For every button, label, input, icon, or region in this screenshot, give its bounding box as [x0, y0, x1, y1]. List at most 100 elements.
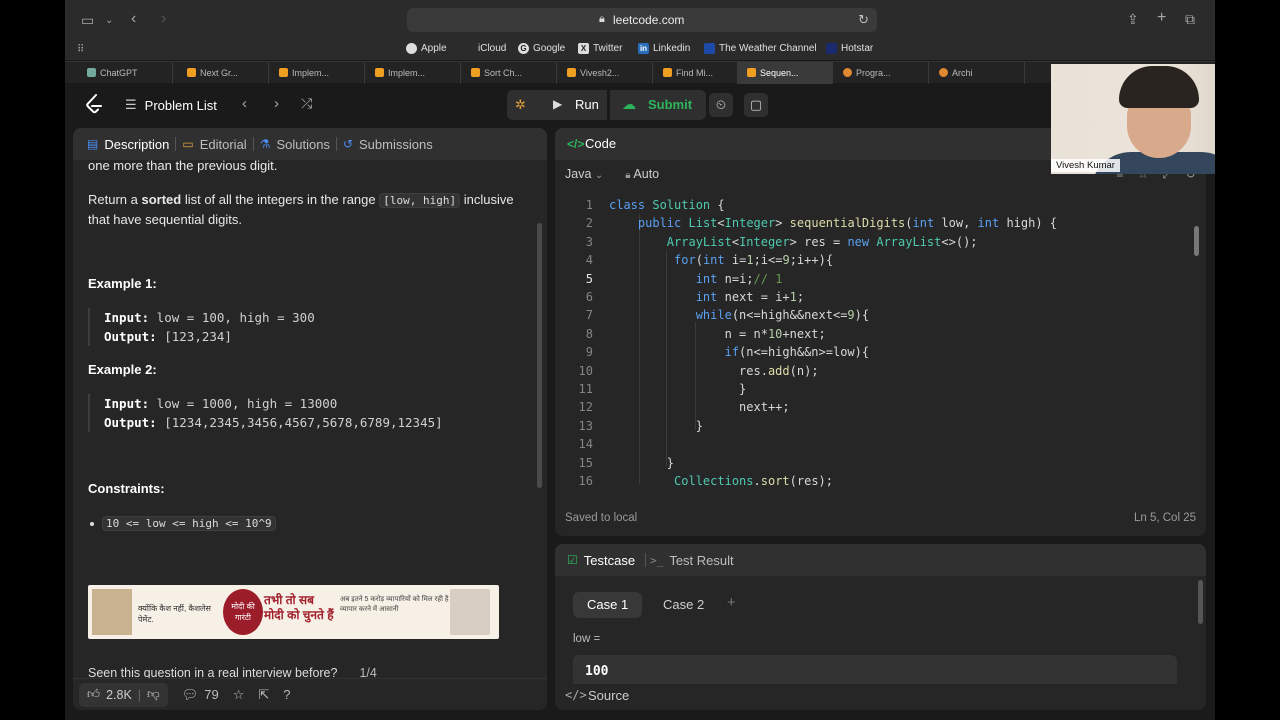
tab-solutions[interactable]: ⚗ Solutions	[260, 137, 330, 152]
code-line[interactable]: 1 class Solution {	[555, 196, 1195, 214]
favorite-icloud[interactable]: iCloud	[463, 43, 506, 54]
run-button[interactable]: ✲ ▶ Run	[507, 90, 607, 120]
new-tab-icon[interactable]: +	[1157, 10, 1166, 26]
browser-tab[interactable]: ChatGPT	[77, 62, 173, 84]
code-line[interactable]: 12 next++;	[555, 398, 1195, 416]
code-line[interactable]: 16 Collections.sort(res);	[555, 472, 1195, 490]
favorite-hotstar[interactable]: Hotstar	[826, 43, 873, 54]
thumbs-up-icon[interactable]: 👍︎	[87, 687, 100, 702]
notes-icon[interactable]: ▢	[744, 93, 768, 117]
tab-description[interactable]: ▤ Description	[87, 137, 169, 152]
ad-portrait	[450, 589, 490, 635]
leetcode-logo-icon[interactable]	[85, 94, 103, 114]
checkbox-icon: ☑	[567, 553, 578, 567]
line-number: 5	[585, 271, 593, 286]
add-case-icon[interactable]: +	[727, 594, 736, 611]
submit-button[interactable]: ☁ Submit	[610, 90, 706, 120]
next-problem-icon[interactable]: ›	[274, 95, 279, 112]
browser-tab[interactable]: Implem...	[365, 62, 461, 84]
chevron-down-icon[interactable]: ⌄	[105, 14, 113, 28]
favorite-google[interactable]: G Google	[518, 43, 565, 54]
reload-icon[interactable]: ↻	[858, 12, 869, 28]
code-line[interactable]: 3 ArrayList<Integer> res = new ArrayList…	[555, 233, 1195, 251]
auto-mode-toggle[interactable]: 🔒︎ Auto	[625, 167, 659, 181]
tab-editorial[interactable]: ▭ Editorial	[182, 137, 246, 152]
line-number: 1	[585, 198, 593, 212]
problem-list-label: Problem List	[144, 97, 217, 113]
code-line[interactable]: 7 while(n<=high&&next<=9){	[555, 306, 1195, 324]
sidebar-toggle-icon[interactable]: ▭	[81, 13, 94, 27]
code-line[interactable]: 4 for(int i=1;i<=9;i++){	[555, 251, 1195, 269]
problem-list-button[interactable]: ☰ Problem List	[125, 97, 217, 113]
constraints-title: Constraints:	[88, 481, 165, 496]
share-icon[interactable]: ⇱	[258, 687, 269, 703]
favorite-star-icon[interactable]: ☆	[233, 687, 245, 703]
advertisement-banner[interactable]: क्योंकि कैश नहीं, कैशलेस पेमेंट. मोदी की…	[88, 585, 499, 639]
tab-submissions[interactable]: ↺ Submissions	[343, 137, 433, 152]
chevron-down-icon: ⌄	[594, 170, 604, 181]
browser-tab-active[interactable]: Sequen...	[737, 62, 833, 84]
tab-overview-icon[interactable]: ⧉	[1185, 12, 1195, 26]
apple-icon	[406, 43, 417, 54]
history-icon: ↺	[342, 137, 353, 151]
case-1-button[interactable]: Case 1	[573, 592, 643, 618]
browser-tab[interactable]: Next Gr...	[173, 62, 269, 84]
code-line[interactable]: 14	[555, 435, 1195, 453]
testcase-tabs: ☑ Testcase >_ Test Result	[555, 544, 1206, 576]
code-text: }	[609, 418, 703, 433]
help-icon[interactable]: ?	[283, 687, 290, 702]
favorite-twitter[interactable]: X Twitter	[578, 43, 622, 54]
code-line[interactable]: 9 if(n<=high&&n>=low){	[555, 343, 1195, 361]
tab-test-result[interactable]: >_ Test Result	[650, 553, 734, 568]
comments-button[interactable]: 💬︎ 79	[182, 687, 219, 703]
code-line[interactable]: 10 res.add(n);	[555, 362, 1195, 380]
browser-tab[interactable]: Progra...	[833, 62, 929, 84]
tab-testcase[interactable]: ☑ Testcase	[567, 553, 635, 568]
code-text: n = n*10+next;	[609, 326, 826, 341]
description-scrollbar[interactable]	[537, 223, 542, 488]
timer-icon[interactable]: ⏲	[709, 93, 733, 117]
code-editor[interactable]: 1 class Solution {2 public List<Integer> …	[555, 196, 1206, 491]
debug-icon[interactable]: ✲	[515, 97, 526, 113]
browser-tab[interactable]: Sort Ch...	[461, 62, 557, 84]
grid-icon[interactable]: ⠿	[77, 43, 84, 57]
code-line[interactable]: 11 }	[555, 380, 1195, 398]
code-text: int next = i+1;	[695, 290, 805, 304]
code-text: public List<Integer> sequentialDigits(in…	[637, 216, 1058, 231]
browser-tab[interactable]: Implem...	[269, 62, 365, 84]
favorite-linkedin[interactable]: in Linkedin	[638, 43, 690, 54]
code-line[interactable]: 5 int n=i;// 1	[555, 270, 1195, 288]
language-select[interactable]: Java ⌄	[565, 167, 603, 181]
thumbs-down-icon[interactable]: 👎︎	[147, 687, 160, 702]
code-line[interactable]: 2 public List<Integer> sequentialDigits(…	[555, 214, 1195, 232]
leetcode-icon	[471, 68, 480, 77]
code-line[interactable]: 6 int next = i+1;	[555, 288, 1195, 306]
webcam-overlay: Vivesh Kumar	[1051, 64, 1215, 174]
low-input[interactable]: 100	[573, 655, 1177, 687]
favorite-weather[interactable]: The Weather Channel	[704, 43, 817, 54]
browser-tab[interactable]: Find Mi...	[653, 62, 749, 84]
browser-tab[interactable]: Archi	[929, 62, 1025, 84]
forward-icon[interactable]: ›	[161, 11, 166, 27]
case-2-button[interactable]: Case 2	[649, 592, 718, 618]
code-line[interactable]: 15 }	[555, 454, 1195, 472]
favorites-bar: ⠿ Apple iCloud G Google X Twitter in Linked…	[65, 40, 1215, 60]
favorite-apple[interactable]: Apple	[406, 43, 447, 54]
browser-tab[interactable]: Vivesh2...	[557, 62, 653, 84]
code-line[interactable]: 8 n = n*10+next;	[555, 325, 1195, 343]
shuffle-icon[interactable]: ⤮	[301, 95, 312, 112]
code-line[interactable]: 13 }	[555, 417, 1195, 435]
line-number: 8	[585, 326, 593, 341]
code-scrollbar[interactable]	[1194, 226, 1199, 256]
source-button[interactable]: </> Source	[555, 684, 1206, 710]
line-number: 7	[585, 308, 593, 323]
weather-icon	[704, 43, 715, 54]
back-icon[interactable]: ‹	[131, 11, 136, 27]
prev-problem-icon[interactable]: ‹	[242, 95, 247, 112]
share-icon[interactable]: ⇪	[1127, 12, 1139, 26]
testcase-scrollbar[interactable]	[1198, 580, 1203, 624]
code-text: for(int i=1;i<=9;i++){	[674, 253, 834, 268]
x-icon: X	[578, 43, 589, 54]
address-bar[interactable]: 🔒︎ leetcode.com ↻	[407, 8, 877, 32]
lock-icon: 🔒︎	[625, 170, 631, 181]
